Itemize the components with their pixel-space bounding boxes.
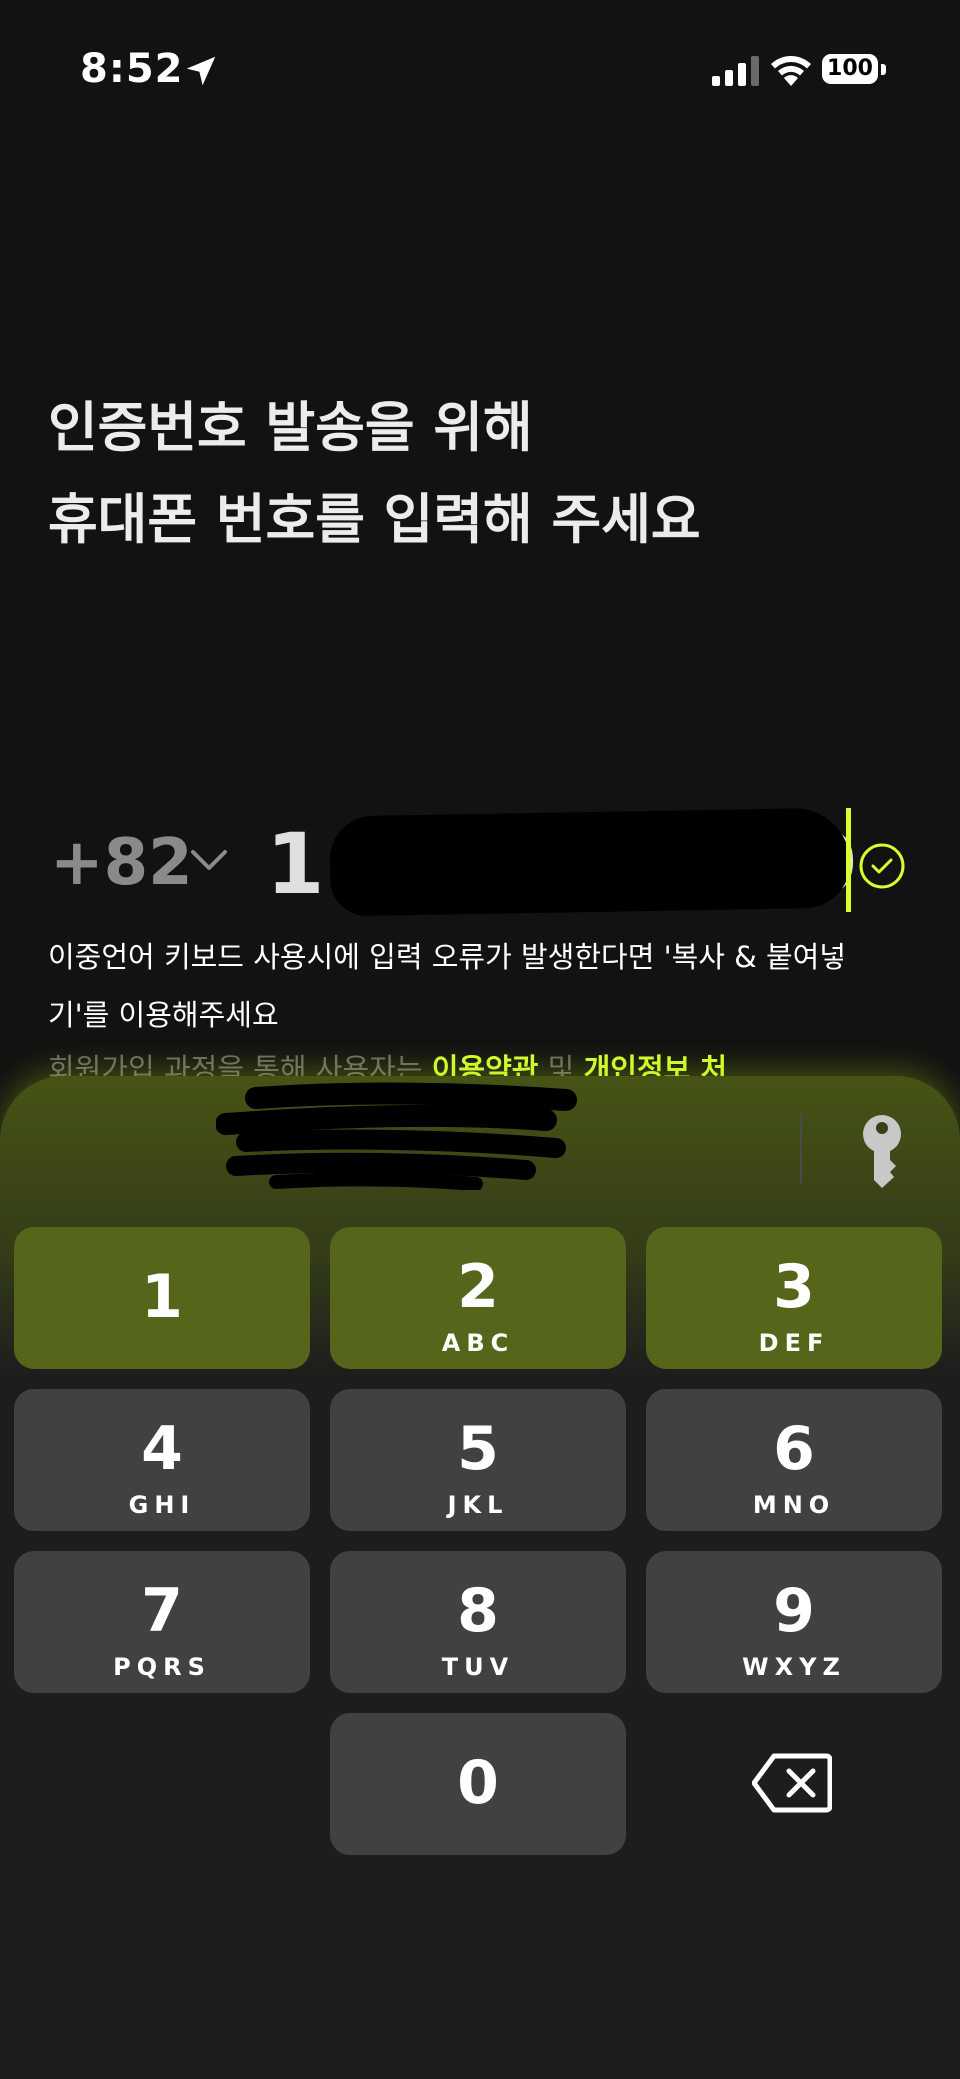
text-cursor: [846, 808, 851, 912]
redacted-scribble: [329, 807, 851, 917]
battery-level: 100: [822, 54, 878, 84]
key-9[interactable]: 9 WXYZ: [646, 1551, 942, 1693]
home-indicator: [322, 2050, 638, 2060]
signal-icon: [712, 56, 759, 86]
check-circle-icon: [859, 843, 905, 889]
backspace-icon[interactable]: [752, 1752, 832, 1814]
key-8[interactable]: 8 TUV: [330, 1551, 626, 1693]
location-arrow-icon: [186, 56, 216, 86]
key-2[interactable]: 2 ABC: [330, 1227, 626, 1369]
status-time: 8:52: [80, 46, 184, 92]
title-line-2: 휴대폰 번호를 입력해 주세요: [48, 488, 701, 551]
title-line-1: 인증번호 발송을 위해: [48, 396, 533, 459]
key-icon[interactable]: [858, 1114, 906, 1188]
divider: [800, 1114, 802, 1184]
chevron-down-icon[interactable]: [190, 846, 228, 874]
key-5[interactable]: 5 JKL: [330, 1389, 626, 1531]
key-0[interactable]: 0: [330, 1713, 626, 1855]
key-3[interactable]: 3 DEF: [646, 1227, 942, 1369]
wifi-icon: [771, 56, 811, 86]
country-code-selector[interactable]: +82: [50, 826, 193, 900]
key-1[interactable]: 1: [14, 1227, 310, 1369]
battery-icon: 100: [822, 54, 888, 86]
autofill-suggestion[interactable]: [216, 1080, 596, 1190]
key-6[interactable]: 6 MNO: [646, 1389, 942, 1531]
page-title: 인증번호 발송을 위해 휴대폰 번호를 입력해 주세요: [48, 382, 701, 566]
input-notice: 이중언어 키보드 사용시에 입력 오류가 발생한다면 '복사 & 붙여넣기'를 …: [48, 940, 847, 1032]
status-bar: 8:52 100: [0, 0, 960, 140]
key-4[interactable]: 4 GHI: [14, 1389, 310, 1531]
key-7[interactable]: 7 PQRS: [14, 1551, 310, 1693]
